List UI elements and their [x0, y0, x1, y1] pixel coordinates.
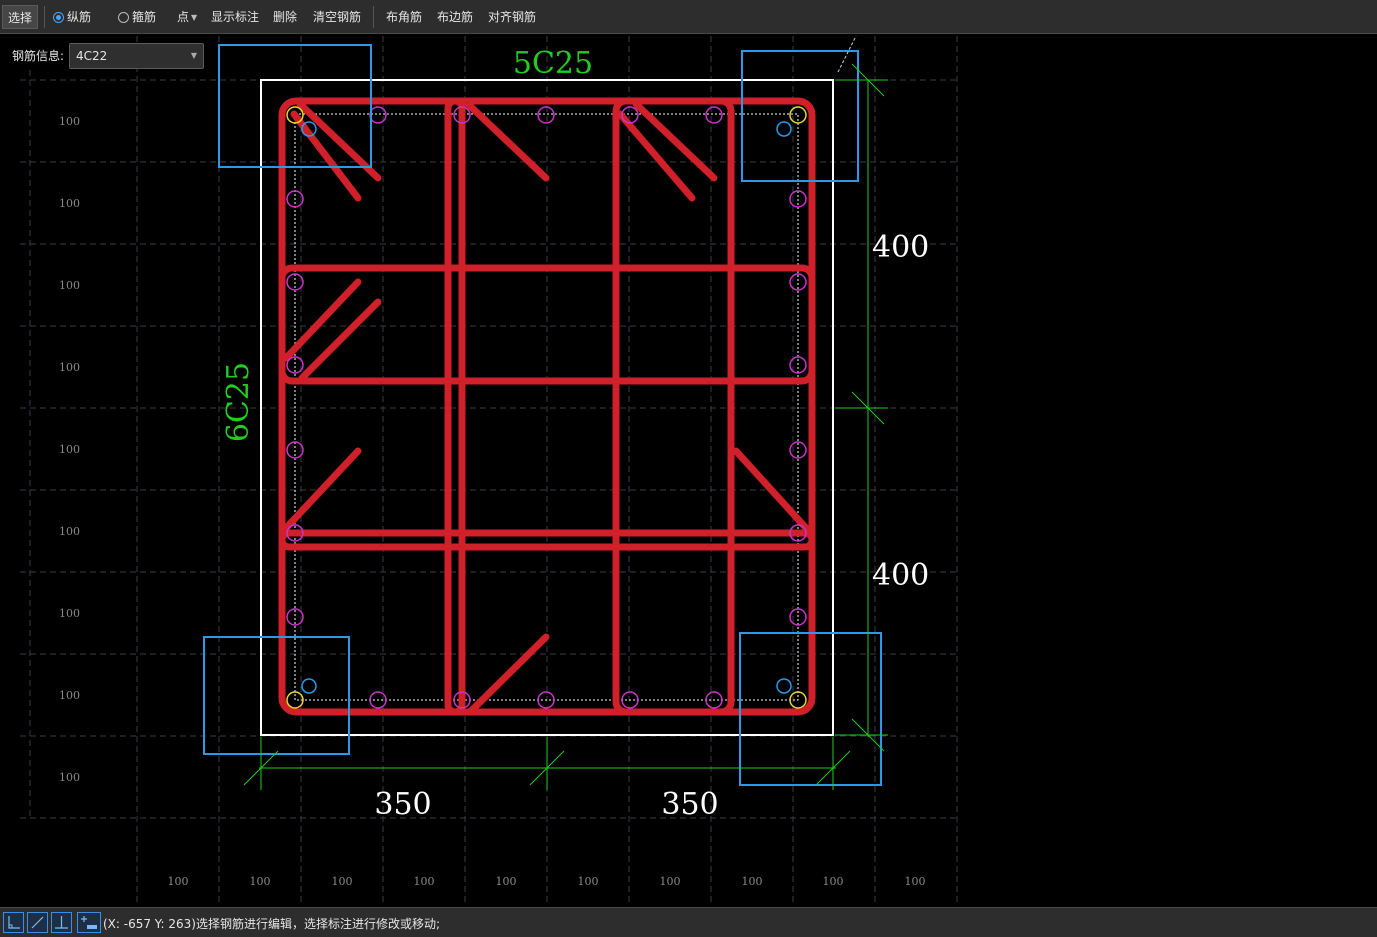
edge-rebar[interactable]: [369, 106, 387, 124]
toolbar: 选择 纵筋 箍筋 点 ▼ 显示标注 删除 清空钢筋 布角筋 布边筋 对齐钢筋: [0, 0, 1377, 34]
grid-spacing-label: 100: [59, 279, 80, 292]
radio-unchecked-icon: [118, 12, 129, 23]
stirrup-hook: [466, 633, 550, 716]
rebar-info-label: 钢筋信息:: [12, 49, 65, 63]
grid-spacing-label: 100: [905, 875, 926, 888]
side-rebar-label[interactable]: 6C25: [221, 362, 256, 442]
dimension-right-lower[interactable]: 400: [872, 558, 929, 593]
align-rebar-button[interactable]: 对齐钢筋: [488, 0, 536, 34]
inner-stirrup-right[interactable]: [612, 97, 735, 716]
show-annotation-button[interactable]: 显示标注: [211, 0, 259, 34]
corner-handle[interactable]: [776, 121, 792, 137]
orthogonal-snap-button[interactable]: [3, 912, 24, 933]
grid-spacing-label: 100: [59, 197, 80, 210]
point-label: 点: [177, 10, 190, 24]
perpendicular-icon: [55, 916, 68, 929]
grid-spacing-label: 100: [59, 525, 80, 538]
orthogonal-icon: [8, 916, 20, 929]
dimension-bottom-right[interactable]: 350: [661, 787, 718, 822]
radio-checked-icon: [53, 12, 64, 23]
grid: [20, 36, 958, 905]
clear-rebar-button[interactable]: 清空钢筋: [313, 0, 361, 34]
grid-spacing-label: 100: [59, 689, 80, 702]
clear-rebar-label: 清空钢筋: [313, 10, 362, 24]
toolbar-separator: [373, 6, 374, 28]
corner-handle[interactable]: [776, 678, 792, 694]
dimension-right-upper[interactable]: 400: [872, 230, 929, 265]
grid-spacing-label: 100: [823, 875, 844, 888]
top-rebar-label[interactable]: 5C25: [513, 46, 593, 81]
edge-rebar[interactable]: [537, 106, 555, 124]
drawing-canvas[interactable]: 100 100 100 100 100 100 100 100 100 100 100 100 100 1…: [0, 35, 1377, 907]
grid-spacing-label: 100: [59, 607, 80, 620]
align-rebar-label: 对齐钢筋: [488, 10, 537, 24]
longitudinal-radio[interactable]: 纵筋: [53, 0, 91, 34]
corner-rebar-label: 布角筋: [386, 10, 423, 24]
stirrup-hook: [282, 278, 362, 362]
select-tool-button[interactable]: 选择: [2, 5, 39, 29]
dimension-lines[interactable]: [243, 35, 888, 790]
dropdown-arrow-icon: ▼: [190, 51, 197, 60]
grid-spacing-label: 100: [578, 875, 599, 888]
grid-spacing-label: 100: [168, 875, 189, 888]
stirrup-hook: [464, 100, 550, 182]
delete-label: 删除: [273, 10, 298, 24]
edge-rebar[interactable]: [705, 106, 723, 124]
point-dropdown[interactable]: 点 ▼: [177, 0, 197, 34]
grid-spacing-label: 100: [742, 875, 763, 888]
corner-handle[interactable]: [301, 678, 317, 694]
dropdown-arrow-icon: ▼: [191, 13, 198, 22]
stirrup-radio[interactable]: 箍筋: [118, 0, 156, 34]
dimension-bottom-left[interactable]: 350: [374, 787, 431, 822]
grid-spacing-label: 100: [59, 771, 80, 784]
selection-boxes[interactable]: [203, 44, 882, 786]
grid-spacing-label: 100: [414, 875, 435, 888]
toolbar-separator: [44, 6, 45, 28]
grid-labels: 100 100 100 100 100 100 100 100 100 100 100 100 100 1…: [59, 115, 926, 888]
line-snap-button[interactable]: [27, 912, 48, 933]
grid-spacing-label: 100: [59, 361, 80, 374]
longitudinal-label: 纵筋: [67, 10, 92, 24]
edge-rebar-label: 布边筋: [437, 10, 474, 24]
rebar-info-value: 4C22: [76, 49, 108, 63]
stirrup-hook: [282, 447, 362, 532]
leader-line: [837, 35, 857, 73]
status-message: (X: -657 Y: 263)选择钢筋进行编辑，选择标注进行修改或移动;: [103, 917, 441, 931]
grid-spacing-label: 100: [250, 875, 271, 888]
grid-spacing-label: 100: [660, 875, 681, 888]
grid-spacing-label: 100: [59, 115, 80, 128]
perpendicular-snap-button[interactable]: [51, 912, 72, 933]
grid-spacing-label: 100: [59, 443, 80, 456]
stirrup-label: 箍筋: [132, 10, 157, 24]
status-bar: (X: -657 Y: 263)选择钢筋进行编辑，选择标注进行修改或移动;: [0, 907, 1377, 937]
rebar-info-combobox[interactable]: 4C22 ▼: [69, 43, 204, 69]
delete-button[interactable]: 删除: [273, 0, 297, 34]
select-tool-label: 选择: [8, 11, 33, 25]
grid-spacing-label: 100: [496, 875, 517, 888]
edge-rebar-button[interactable]: 布边筋: [437, 0, 473, 34]
corner-rebar-button[interactable]: 布角筋: [386, 0, 422, 34]
show-annotation-label: 显示标注: [211, 10, 260, 24]
diagonal-line-icon: [31, 916, 44, 929]
inner-stirrup-left[interactable]: [444, 97, 466, 716]
stirrup-hook: [298, 298, 382, 382]
dimension-snap-button[interactable]: [77, 912, 101, 933]
grid-spacing-label: 100: [332, 875, 353, 888]
add-dimension-icon: [81, 916, 97, 929]
